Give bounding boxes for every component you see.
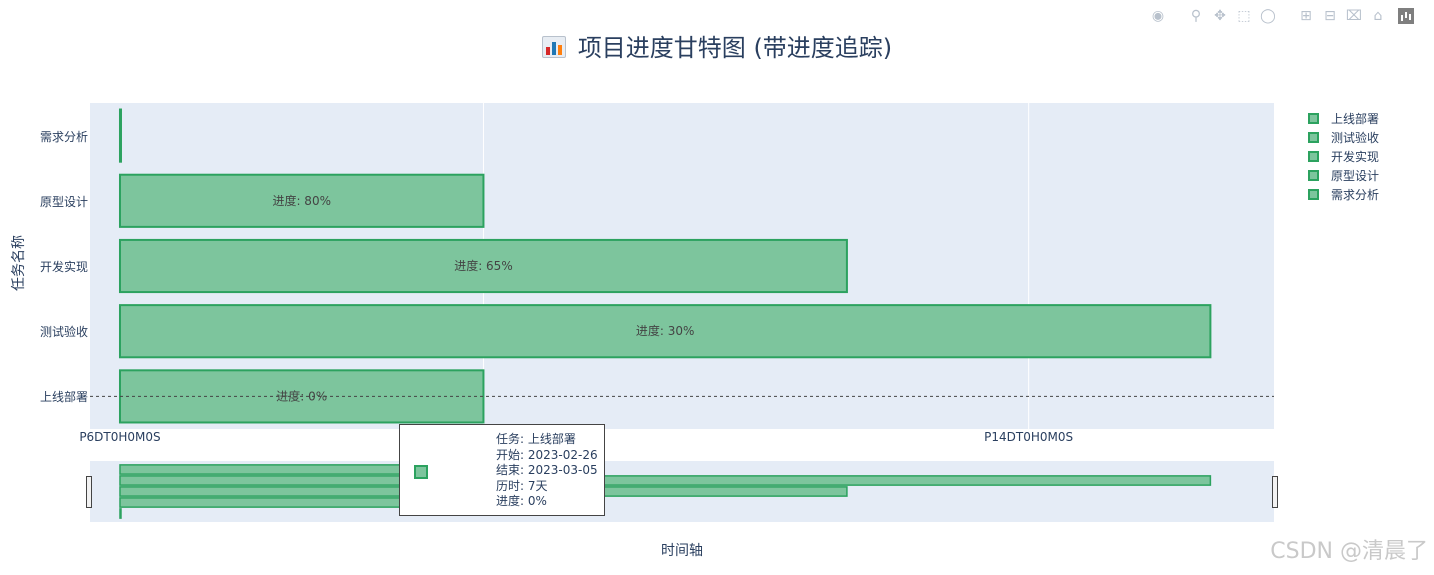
hover-tooltip: 任务: 上线部署 开始: 2023-02-26 结束: 2023-03-05 历… — [399, 424, 605, 516]
gantt-bar — [118, 108, 122, 163]
legend-item[interactable]: 测试验收 — [1308, 128, 1379, 147]
legend-item[interactable]: 需求分析 — [1308, 185, 1379, 204]
tooltip-progress: 进度: 0% — [496, 494, 547, 509]
tooltip-start: 开始: 2023-02-26 — [496, 447, 598, 462]
gantt-chart[interactable]: 进度: 80% 进度: 65% 进度: 30% 进度: 0% — [0, 0, 1434, 575]
legend-item[interactable]: 开发实现 — [1308, 147, 1379, 166]
rangeslider-left-handle[interactable] — [86, 476, 92, 508]
y-tick-label: 上线部署 — [39, 390, 88, 405]
legend-swatch — [1308, 170, 1319, 181]
y-tick-label: 需求分析 — [39, 129, 88, 144]
legend-swatch — [1308, 151, 1319, 162]
y-tick-label: 原型设计 — [39, 194, 88, 209]
x-tick-label: P14DT0H0M0S — [984, 430, 1074, 444]
legend-item[interactable]: 上线部署 — [1308, 109, 1379, 128]
legend-swatch — [1308, 113, 1319, 124]
y-tick-label: 开发实现 — [39, 260, 88, 274]
tooltip-end: 结束: 2023-03-05 — [496, 463, 598, 478]
rangeslider-bar — [119, 508, 122, 519]
tooltip-duration: 历时: 7天 — [496, 478, 548, 493]
legend: 上线部署 测试验收 开发实现 原型设计 需求分析 — [1308, 109, 1379, 204]
y-tick-label: 测试验收 — [39, 325, 88, 340]
watermark: CSDN @清晨了 — [1270, 539, 1428, 564]
x-tick-label: P6DT0H0M0S — [79, 430, 161, 444]
x-axis-title: 时间轴 — [661, 543, 703, 559]
tooltip-swatch — [414, 465, 428, 479]
legend-item[interactable]: 原型设计 — [1308, 166, 1379, 185]
rangeslider-bar — [119, 475, 1212, 486]
tooltip-task: 任务: 上线部署 — [496, 432, 576, 446]
bar-progress-label: 进度: 80% — [272, 193, 331, 208]
legend-swatch — [1308, 189, 1319, 200]
bar-progress-label: 进度: 30% — [636, 323, 695, 338]
bar-progress-label: 进度: 65% — [454, 258, 513, 273]
rangeslider-right-handle[interactable] — [1272, 476, 1278, 508]
legend-swatch — [1308, 132, 1319, 143]
